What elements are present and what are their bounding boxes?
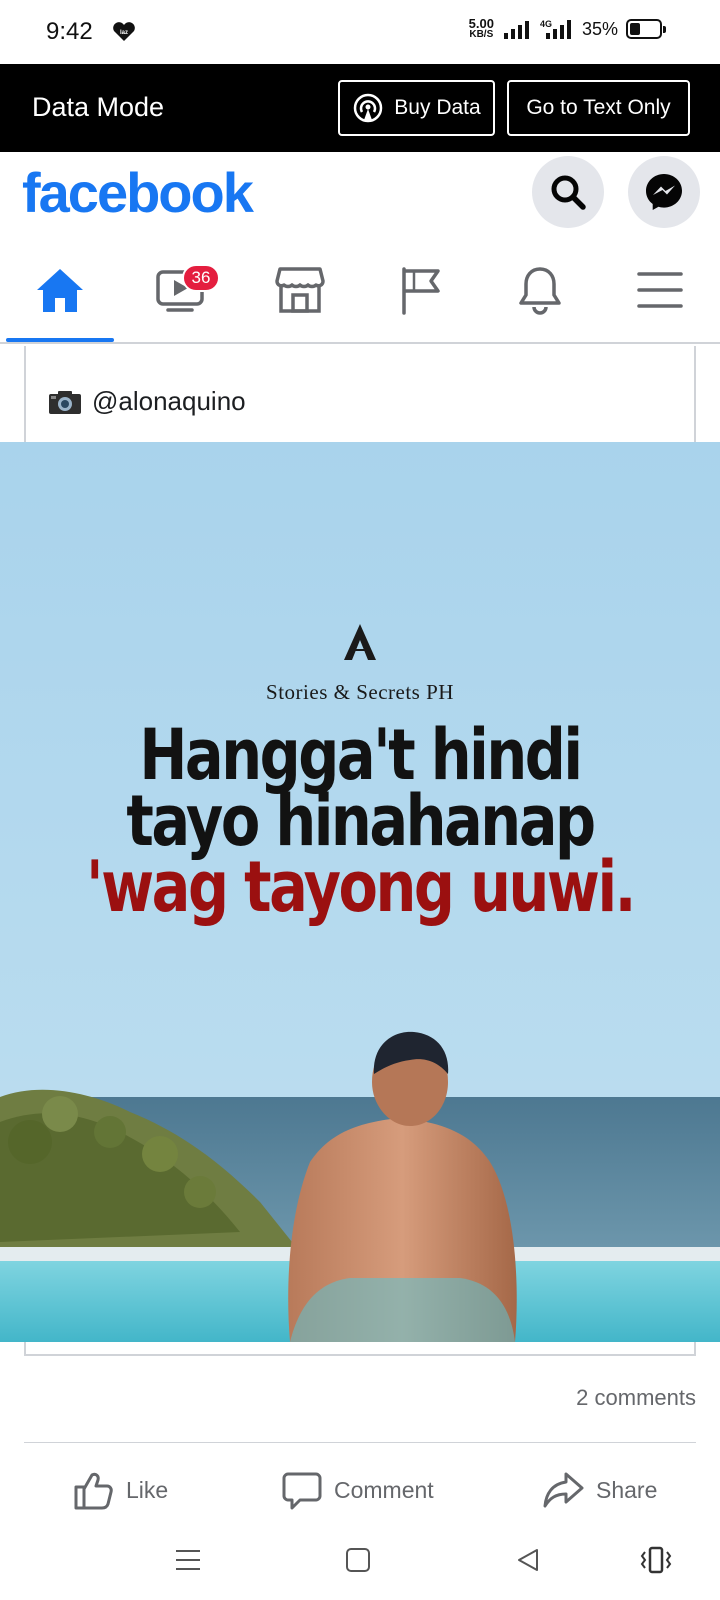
status-bar: 9:42 laz 5.00 KB/S 4G 35% bbox=[0, 0, 720, 64]
video-notification-badge: 36 bbox=[182, 264, 220, 292]
post-actions: Like Comment Share bbox=[0, 1460, 720, 1520]
main-nav: 36 bbox=[0, 238, 720, 344]
tab-pages[interactable] bbox=[360, 238, 480, 342]
app-header: facebook bbox=[0, 152, 720, 238]
broadcast-icon bbox=[354, 93, 383, 123]
vibrate-button[interactable] bbox=[636, 1540, 676, 1580]
tab-marketplace[interactable] bbox=[240, 238, 360, 342]
comment-label: Comment bbox=[334, 1476, 434, 1503]
post-photo[interactable]: Stories & Secrets PH Hangga't hindi tayo… bbox=[0, 442, 720, 1342]
like-label: Like bbox=[126, 1476, 169, 1503]
messenger-icon bbox=[646, 174, 682, 210]
flag-icon bbox=[402, 267, 440, 315]
vibrate-icon bbox=[640, 1546, 672, 1574]
thumbs-up-icon bbox=[74, 1472, 113, 1510]
home-button[interactable] bbox=[338, 1540, 378, 1580]
go-to-text-only-button[interactable]: Go to Text Only bbox=[507, 80, 690, 136]
text-only-label: Go to Text Only bbox=[526, 96, 671, 119]
tab-home[interactable] bbox=[0, 238, 120, 342]
brand-block: Stories & Secrets PH bbox=[0, 632, 720, 705]
battery-icon bbox=[626, 19, 666, 39]
data-mode-bar: Data Mode Buy Data Go to Text Only bbox=[0, 64, 720, 152]
net-speed: 5.00 KB/S bbox=[468, 16, 494, 40]
buy-data-button[interactable]: Buy Data bbox=[338, 80, 495, 136]
signal-4g-icon: 4G bbox=[540, 19, 571, 39]
comments-count[interactable]: 2 comments bbox=[576, 1385, 696, 1411]
data-mode-label: Data Mode bbox=[32, 92, 165, 122]
square-icon bbox=[346, 1548, 370, 1572]
brand-name: Stories & Secrets PH bbox=[266, 680, 454, 704]
back-button[interactable] bbox=[508, 1540, 548, 1580]
share-button[interactable]: Share bbox=[542, 1460, 657, 1520]
menu-lines-icon bbox=[176, 1550, 200, 1570]
camera-icon bbox=[49, 390, 81, 414]
back-triangle-icon bbox=[518, 1549, 538, 1571]
quote-line-3: 'wag tayong uuwi. bbox=[85, 846, 636, 928]
post-card: @alonaquino bbox=[24, 346, 696, 442]
battery-percent: 35% bbox=[581, 18, 618, 39]
post-card-bottom bbox=[24, 1342, 696, 1356]
system-nav-bar bbox=[0, 1524, 720, 1600]
bell-icon bbox=[519, 267, 561, 315]
share-arrow-icon bbox=[543, 1472, 584, 1508]
quote-text: Hangga't hindi tayo hinahanap 'wag tayon… bbox=[65, 714, 655, 928]
post-caption: @alonaquino bbox=[48, 386, 246, 417]
caption-text: @alonaquino bbox=[92, 386, 246, 416]
svg-text:4G: 4G bbox=[540, 19, 552, 29]
search-button[interactable] bbox=[532, 156, 604, 228]
share-label: Share bbox=[596, 1476, 658, 1503]
comment-bubble-icon bbox=[282, 1472, 322, 1510]
search-icon bbox=[551, 175, 586, 210]
tab-notifications[interactable] bbox=[480, 238, 600, 342]
recent-apps-button[interactable] bbox=[168, 1540, 208, 1580]
marketplace-icon bbox=[275, 267, 325, 313]
status-indicators: 5.00 KB/S 4G 35% bbox=[468, 16, 666, 40]
quote-line-2: tayo hinahanap bbox=[126, 780, 596, 862]
tab-menu[interactable] bbox=[600, 238, 720, 342]
divider bbox=[24, 1442, 696, 1443]
status-time: 9:42 bbox=[46, 18, 93, 45]
signal-icon bbox=[503, 21, 529, 39]
like-button[interactable]: Like bbox=[72, 1460, 168, 1520]
svg-text:laz: laz bbox=[120, 30, 128, 36]
facebook-logo[interactable]: facebook bbox=[22, 160, 254, 225]
home-icon bbox=[37, 269, 83, 312]
hamburger-menu-icon bbox=[637, 272, 683, 308]
tab-video[interactable]: 36 bbox=[120, 238, 240, 342]
messenger-button[interactable] bbox=[628, 156, 700, 228]
laz-icon: laz bbox=[113, 22, 135, 41]
comment-button[interactable]: Comment bbox=[282, 1460, 434, 1520]
quote-line-1: Hangga't hindi bbox=[139, 714, 583, 796]
buy-data-label: Buy Data bbox=[394, 96, 481, 119]
